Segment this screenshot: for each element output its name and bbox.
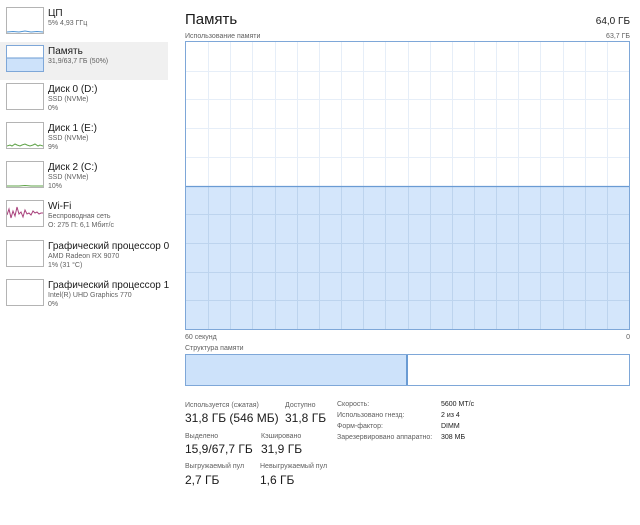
sidebar-item-sub: 0% [48,105,59,112]
memory-thumbnail [6,45,44,72]
sidebar-item-gpu1[interactable]: Графический процессор 1 Intel(R) UHD Gra… [0,276,170,314]
available-value: 31,8 ГБ [285,411,327,425]
time-axis-right: 0 [626,334,630,341]
form-factor-value: DIMM [441,423,460,430]
sidebar-item-sub: SSD (NVMe) [48,135,89,142]
sidebar-item-wifi[interactable]: Wi-Fi Беспроводная сеть О: 275 П: 6,1 Мб… [0,197,168,235]
in-use-label: Используется (сжатая) [185,402,259,409]
sidebar-item-sub: 0% [48,301,59,308]
paged-pool-value: 2,7 ГБ [185,473,220,487]
gpu-thumbnail [6,240,44,267]
sidebar-item-sub: SSD (NVMe) [48,96,89,103]
cached-label: Кэшировано [261,433,302,440]
speed-label: Скорость: [337,401,370,408]
page-title: Память [185,11,238,28]
sidebar-item-title: Графический процессор 0 [48,241,170,252]
disk-thumbnail [6,161,44,188]
sidebar-item-gpu0[interactable]: Графический процессор 0 AMD Radeon RX 90… [0,237,170,275]
sidebar-item-title: Wi-Fi [48,201,72,212]
composition-label: Структура памяти [185,345,244,352]
hardware-reserved-value: 308 МБ [441,434,466,441]
sidebar-item-cpu[interactable]: ЦП 5% 4,93 ГГц [0,4,168,42]
graph-max-label: 63,7 ГБ [606,33,630,40]
slots-used-value: 2 из 4 [441,412,460,419]
total-memory: 64,0 ГБ [595,16,630,27]
cached-value: 31,9 ГБ [261,442,303,456]
gpu-thumbnail [6,279,44,306]
time-axis-left: 60 секунд [185,334,217,341]
speed-value: 5600 MT/c [441,401,475,408]
slots-used-label: Использовано гнезд: [337,412,405,419]
nonpaged-pool-value: 1,6 ГБ [260,473,295,487]
memory-usage-graph [185,41,630,330]
nonpaged-pool-label: Невыгружаемый пул [260,463,328,470]
in-use-value: 31,8 ГБ (546 МБ) [185,411,279,425]
sidebar-item-title: Диск 0 (D:) [48,84,98,95]
sidebar-item-title: Графический процессор 1 [48,280,170,291]
sidebar-item-sub: Intel(R) UHD Graphics 770 [48,292,132,299]
sidebar-item-sub: 10% [48,183,63,190]
committed-label: Выделено [185,433,219,440]
sidebar-item-sub: AMD Radeon RX 9070 [48,253,120,260]
memory-composition-bar[interactable] [185,354,630,386]
sidebar-item-disk2[interactable]: Диск 2 (C:) SSD (NVMe) 10% [0,158,168,196]
sidebar: ЦП 5% 4,93 ГГц Память 31,9/63,7 ГБ (50%)… [0,0,170,525]
sidebar-item-sub: 1% (31 °C) [48,262,83,269]
hardware-reserved-label: Зарезервировано аппаратно: [337,434,433,441]
sidebar-item-sub: 31,9/63,7 ГБ (50%) [48,58,109,65]
sidebar-item-memory[interactable]: Память 31,9/63,7 ГБ (50%) [0,42,168,80]
sidebar-item-title: Диск 2 (C:) [48,162,98,173]
sidebar-item-sub: О: 275 П: 6,1 Мбит/с [48,222,114,229]
form-factor-label: Форм-фактор: [337,423,383,430]
sidebar-item-sub: 9% [48,144,59,151]
disk-thumbnail [6,83,44,110]
sidebar-item-title: Диск 1 (E:) [48,123,97,134]
cpu-thumbnail [6,7,44,34]
disk-thumbnail [6,122,44,149]
sidebar-item-title: ЦП [48,8,63,19]
sidebar-item-disk0[interactable]: Диск 0 (D:) SSD (NVMe) 0% [0,80,168,118]
wifi-thumbnail [6,200,44,227]
graph-label: Использование памяти [185,33,261,40]
paged-pool-label: Выгружаемый пул [185,463,245,470]
sidebar-item-disk1[interactable]: Диск 1 (E:) SSD (NVMe) 9% [0,119,168,157]
sidebar-item-sub: 5% 4,93 ГГц [48,20,88,27]
committed-value: 15,9/67,7 ГБ [185,442,253,456]
sidebar-item-sub: SSD (NVMe) [48,174,89,181]
available-label: Доступно [285,402,316,409]
sidebar-item-title: Память [48,46,83,57]
sidebar-item-sub: Беспроводная сеть [48,213,111,220]
composition-in-use-segment[interactable] [186,355,408,385]
